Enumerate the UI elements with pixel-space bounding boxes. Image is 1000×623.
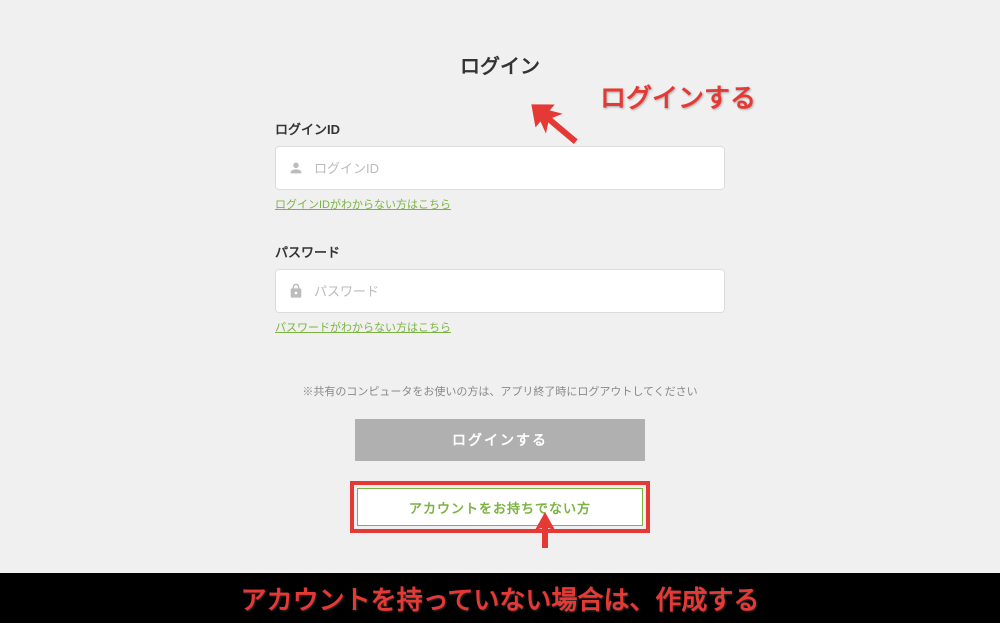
login-container: ログイン ログインID ログインIDがわからない方はこちら パスワード	[0, 0, 1000, 533]
signup-button[interactable]: アカウントをお持ちでない方	[357, 488, 643, 526]
arrow-icon	[530, 510, 560, 555]
password-input[interactable]	[314, 284, 712, 299]
password-label: パスワード	[275, 242, 725, 261]
shared-computer-notice: ※共有のコンピュータをお使いの方は、アプリ終了時にログアウトしてください	[275, 383, 725, 399]
login-id-label: ログインID	[275, 119, 725, 138]
bottom-bar: アカウントを持っていない場合は、作成する	[0, 573, 1000, 623]
lock-icon	[288, 283, 304, 299]
login-id-group: ログインID ログインIDがわからない方はこちら	[275, 119, 725, 230]
user-icon	[288, 160, 304, 176]
login-id-help-link[interactable]: ログインIDがわからない方はこちら	[275, 196, 451, 212]
password-input-wrapper[interactable]	[275, 269, 725, 313]
page-title: ログイン	[460, 50, 540, 79]
login-id-input[interactable]	[314, 161, 712, 176]
password-group: パスワード パスワードがわからない方はこちら	[275, 242, 725, 353]
password-help-link[interactable]: パスワードがわからない方はこちら	[275, 319, 451, 335]
login-button[interactable]: ログインする	[355, 419, 645, 461]
signup-highlight-box: アカウントをお持ちでない方	[350, 481, 650, 533]
login-form: ログインID ログインIDがわからない方はこちら パスワード	[275, 119, 725, 533]
annotation-login: ログインする	[600, 78, 756, 115]
annotation-signup: アカウントを持っていない場合は、作成する	[241, 580, 760, 617]
login-id-input-wrapper[interactable]	[275, 146, 725, 190]
